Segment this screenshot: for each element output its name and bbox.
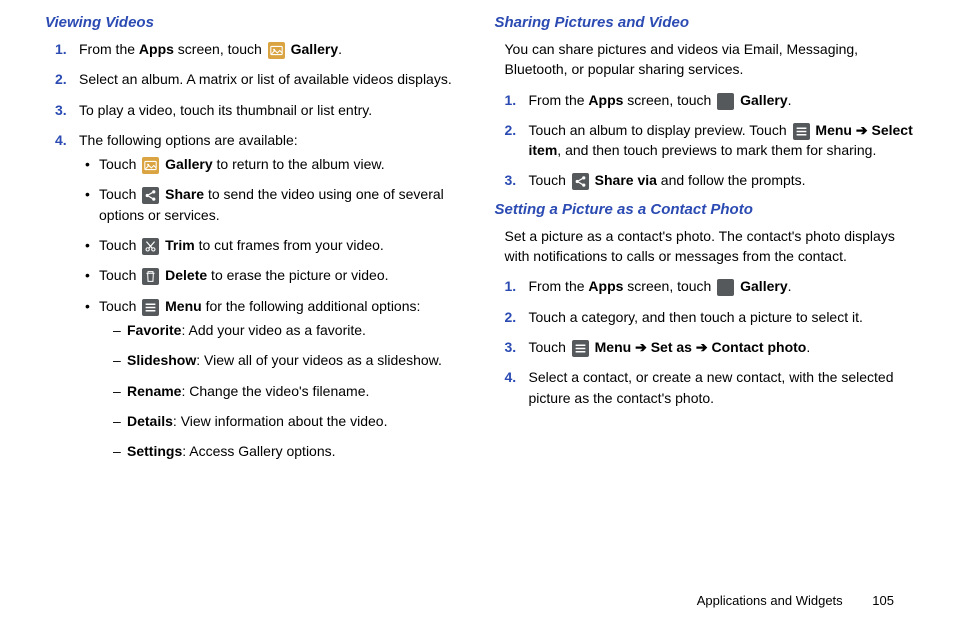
contact-step-4: Select a contact, or create a new contac… bbox=[529, 367, 915, 408]
share-icon bbox=[142, 187, 159, 204]
bullet-delete: Touch Delete to erase the picture or vid… bbox=[85, 265, 465, 285]
left-column: Viewing Videos 1.From the Apps screen, t… bbox=[45, 10, 465, 481]
dash-rename: Rename: Change the video's filename. bbox=[113, 381, 465, 401]
box-icon bbox=[717, 279, 734, 296]
menu-icon bbox=[572, 340, 589, 357]
contact-step-2: Touch a category, and then touch a pictu… bbox=[529, 307, 915, 327]
footer-section: Applications and Widgets bbox=[697, 593, 843, 608]
dash-details: Details: View information about the vide… bbox=[113, 411, 465, 431]
share-step-2: Touch an album to display preview. Touch… bbox=[529, 120, 915, 161]
dash-slideshow: Slideshow: View all of your videos as a … bbox=[113, 350, 465, 370]
delete-icon bbox=[142, 268, 159, 285]
footer-page-number: 105 bbox=[872, 593, 894, 608]
bullet-trim: Touch Trim to cut frames from your video… bbox=[85, 235, 465, 255]
bullet-share: Touch Share to send the video using one … bbox=[85, 184, 465, 225]
contact-step-3: Touch Menu ➔ Set as ➔ Contact photo. bbox=[529, 337, 915, 357]
contact-step-1: From the Apps screen, touch Gallery. bbox=[529, 276, 915, 296]
menu-icon bbox=[142, 299, 159, 316]
steps-contact-photo: 1.From the Apps screen, touch Gallery. 2… bbox=[495, 276, 915, 407]
heading-viewing-videos: Viewing Videos bbox=[45, 14, 465, 31]
share-step-3: Touch Share via and follow the prompts. bbox=[529, 170, 915, 190]
gallery-icon bbox=[268, 42, 285, 59]
bullet-menu: Touch Menu for the following additional … bbox=[85, 296, 465, 462]
share-icon bbox=[572, 173, 589, 190]
heading-sharing: Sharing Pictures and Video bbox=[495, 14, 915, 31]
dash-settings: Settings: Access Gallery options. bbox=[113, 441, 465, 461]
trim-icon bbox=[142, 238, 159, 255]
step-3: To play a video, touch its thumbnail or … bbox=[79, 100, 465, 120]
step-1: From the Apps screen, touch Gallery. bbox=[79, 39, 465, 59]
share-step-1: From the Apps screen, touch Gallery. bbox=[529, 90, 915, 110]
steps-viewing: 1.From the Apps screen, touch Gallery. 2… bbox=[45, 39, 465, 471]
dash-favorite: Favorite: Add your video as a favorite. bbox=[113, 320, 465, 340]
gallery-icon bbox=[142, 157, 159, 174]
right-column: Sharing Pictures and Video You can share… bbox=[495, 10, 915, 481]
heading-contact-photo: Setting a Picture as a Contact Photo bbox=[495, 201, 915, 218]
bullet-gallery: Touch Gallery to return to the album vie… bbox=[85, 154, 465, 174]
step-4: The following options are available: Tou… bbox=[79, 130, 465, 472]
intro-contact-photo: Set a picture as a contact's photo. The … bbox=[505, 226, 915, 267]
steps-sharing: 1.From the Apps screen, touch Gallery. 2… bbox=[495, 90, 915, 191]
intro-sharing: You can share pictures and videos via Em… bbox=[505, 39, 915, 80]
page-footer: Applications and Widgets 105 bbox=[697, 593, 894, 608]
box-icon bbox=[717, 93, 734, 110]
menu-icon bbox=[793, 123, 810, 140]
step-2: Select an album. A matrix or list of ava… bbox=[79, 69, 465, 89]
